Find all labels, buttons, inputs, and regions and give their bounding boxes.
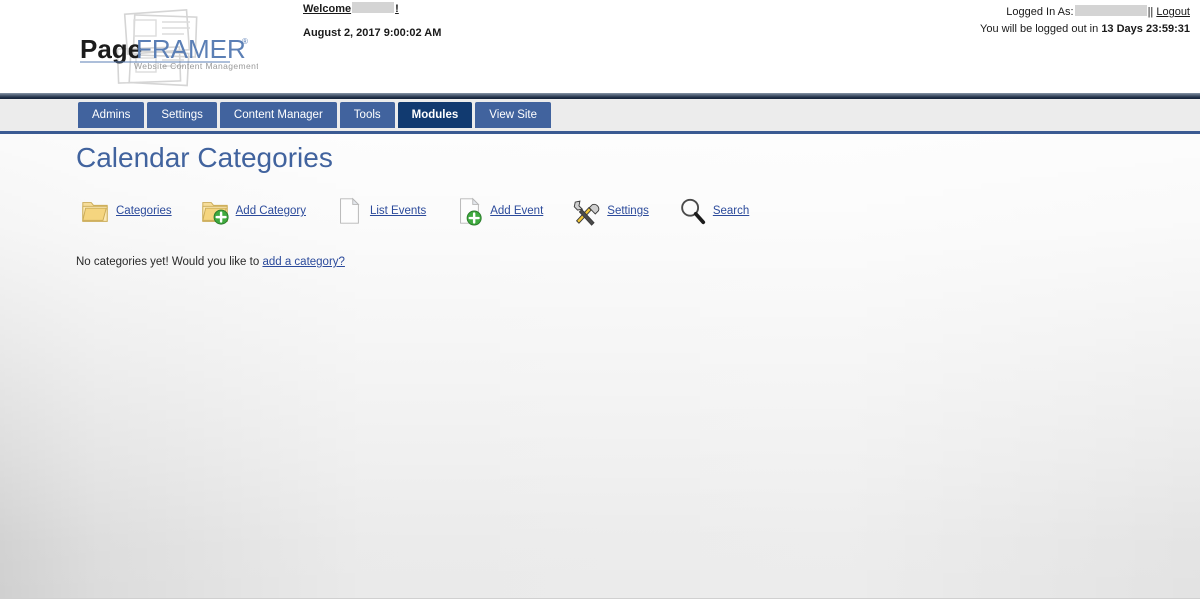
empty-state-text: No categories yet! Would you like to xyxy=(76,256,260,268)
toolbar-item-categories[interactable]: Categories xyxy=(80,196,172,226)
nav-tab-view-site[interactable]: View Site xyxy=(475,102,552,128)
tools-icon xyxy=(574,200,600,226)
main-content: Calendar Categories Categories Add Categ… xyxy=(0,134,1200,598)
nav-tab-content-manager[interactable]: Content Manager xyxy=(219,102,337,128)
toolbar-item-settings[interactable]: Settings xyxy=(571,196,649,226)
pageframer-logo-icon: Page FRAMER ® Website Content Management xyxy=(80,9,258,87)
main-navbar: Admins Settings Content Manager Tools Mo… xyxy=(0,99,1200,134)
toolbar-item-list-events[interactable]: List Events xyxy=(334,196,426,226)
logo: Page FRAMER ® Website Content Management xyxy=(78,4,258,88)
toolbar-item-add-category[interactable]: Add Category xyxy=(200,196,306,226)
toolbar-label-search: Search xyxy=(712,205,750,217)
redacted-username xyxy=(352,2,395,13)
login-separator: || xyxy=(1147,6,1154,18)
nav-tab-admins[interactable]: Admins xyxy=(78,102,145,128)
folder-icon xyxy=(82,202,108,222)
page-title: Calendar Categories xyxy=(76,142,333,173)
toolbar-item-add-event[interactable]: Add Event xyxy=(454,196,543,226)
session-timeout-prefix: You will be logged out in xyxy=(980,23,1099,35)
nav-tab-settings[interactable]: Settings xyxy=(147,102,217,128)
toolbar-item-search[interactable]: Search xyxy=(677,196,749,226)
toolbar-label-settings: Settings xyxy=(607,205,649,217)
welcome-line: Welcome! xyxy=(303,2,441,17)
toolbar-label-add-event: Add Event xyxy=(490,205,544,217)
welcome-label: Welcome xyxy=(303,3,352,15)
page-header: Page FRAMER ® Website Content Management… xyxy=(0,0,1200,93)
welcome-suffix: ! xyxy=(395,3,399,15)
current-datetime: August 2, 2017 9:00:02 AM xyxy=(303,27,442,39)
module-toolbar: Categories Add Category List Events Add … xyxy=(0,195,1200,227)
session-timeout-value: 13 Days 23:59:31 xyxy=(1101,23,1190,35)
svg-text:FRAMER: FRAMER xyxy=(136,34,246,64)
toolbar-label-list-events: List Events xyxy=(369,205,427,217)
add-a-category-link[interactable]: add a category? xyxy=(262,256,344,268)
redacted-login-username xyxy=(1074,5,1147,16)
welcome-block: Welcome! August 2, 2017 9:00:02 AM xyxy=(303,2,441,41)
toolbar-label-categories: Categories xyxy=(116,205,172,217)
page-add-icon xyxy=(460,197,482,226)
logout-link[interactable]: Logout xyxy=(1156,6,1190,18)
nav-tab-modules[interactable]: Modules xyxy=(397,102,473,128)
login-status-block: Logged In As: || Logout You will be logge… xyxy=(980,5,1190,37)
folder-add-icon xyxy=(201,202,229,225)
logged-in-as-label: Logged In As: xyxy=(1006,6,1074,18)
toolbar-label-add-category: Add Category xyxy=(235,205,306,217)
magnifier-icon xyxy=(681,198,705,225)
nav-tab-list: Admins Settings Content Manager Tools Mo… xyxy=(78,102,552,128)
logged-in-as-line: Logged In As: || Logout xyxy=(980,5,1190,20)
svg-text:®: ® xyxy=(242,37,248,46)
nav-tab-tools[interactable]: Tools xyxy=(339,102,395,128)
session-timeout-line: You will be logged out in 13 Days 23:59:… xyxy=(980,22,1190,37)
svg-text:Page: Page xyxy=(80,34,142,64)
page-icon xyxy=(340,197,360,224)
page-title-row: Calendar Categories xyxy=(0,134,1200,177)
empty-state-message: No categories yet! Would you like to add… xyxy=(0,256,1200,268)
